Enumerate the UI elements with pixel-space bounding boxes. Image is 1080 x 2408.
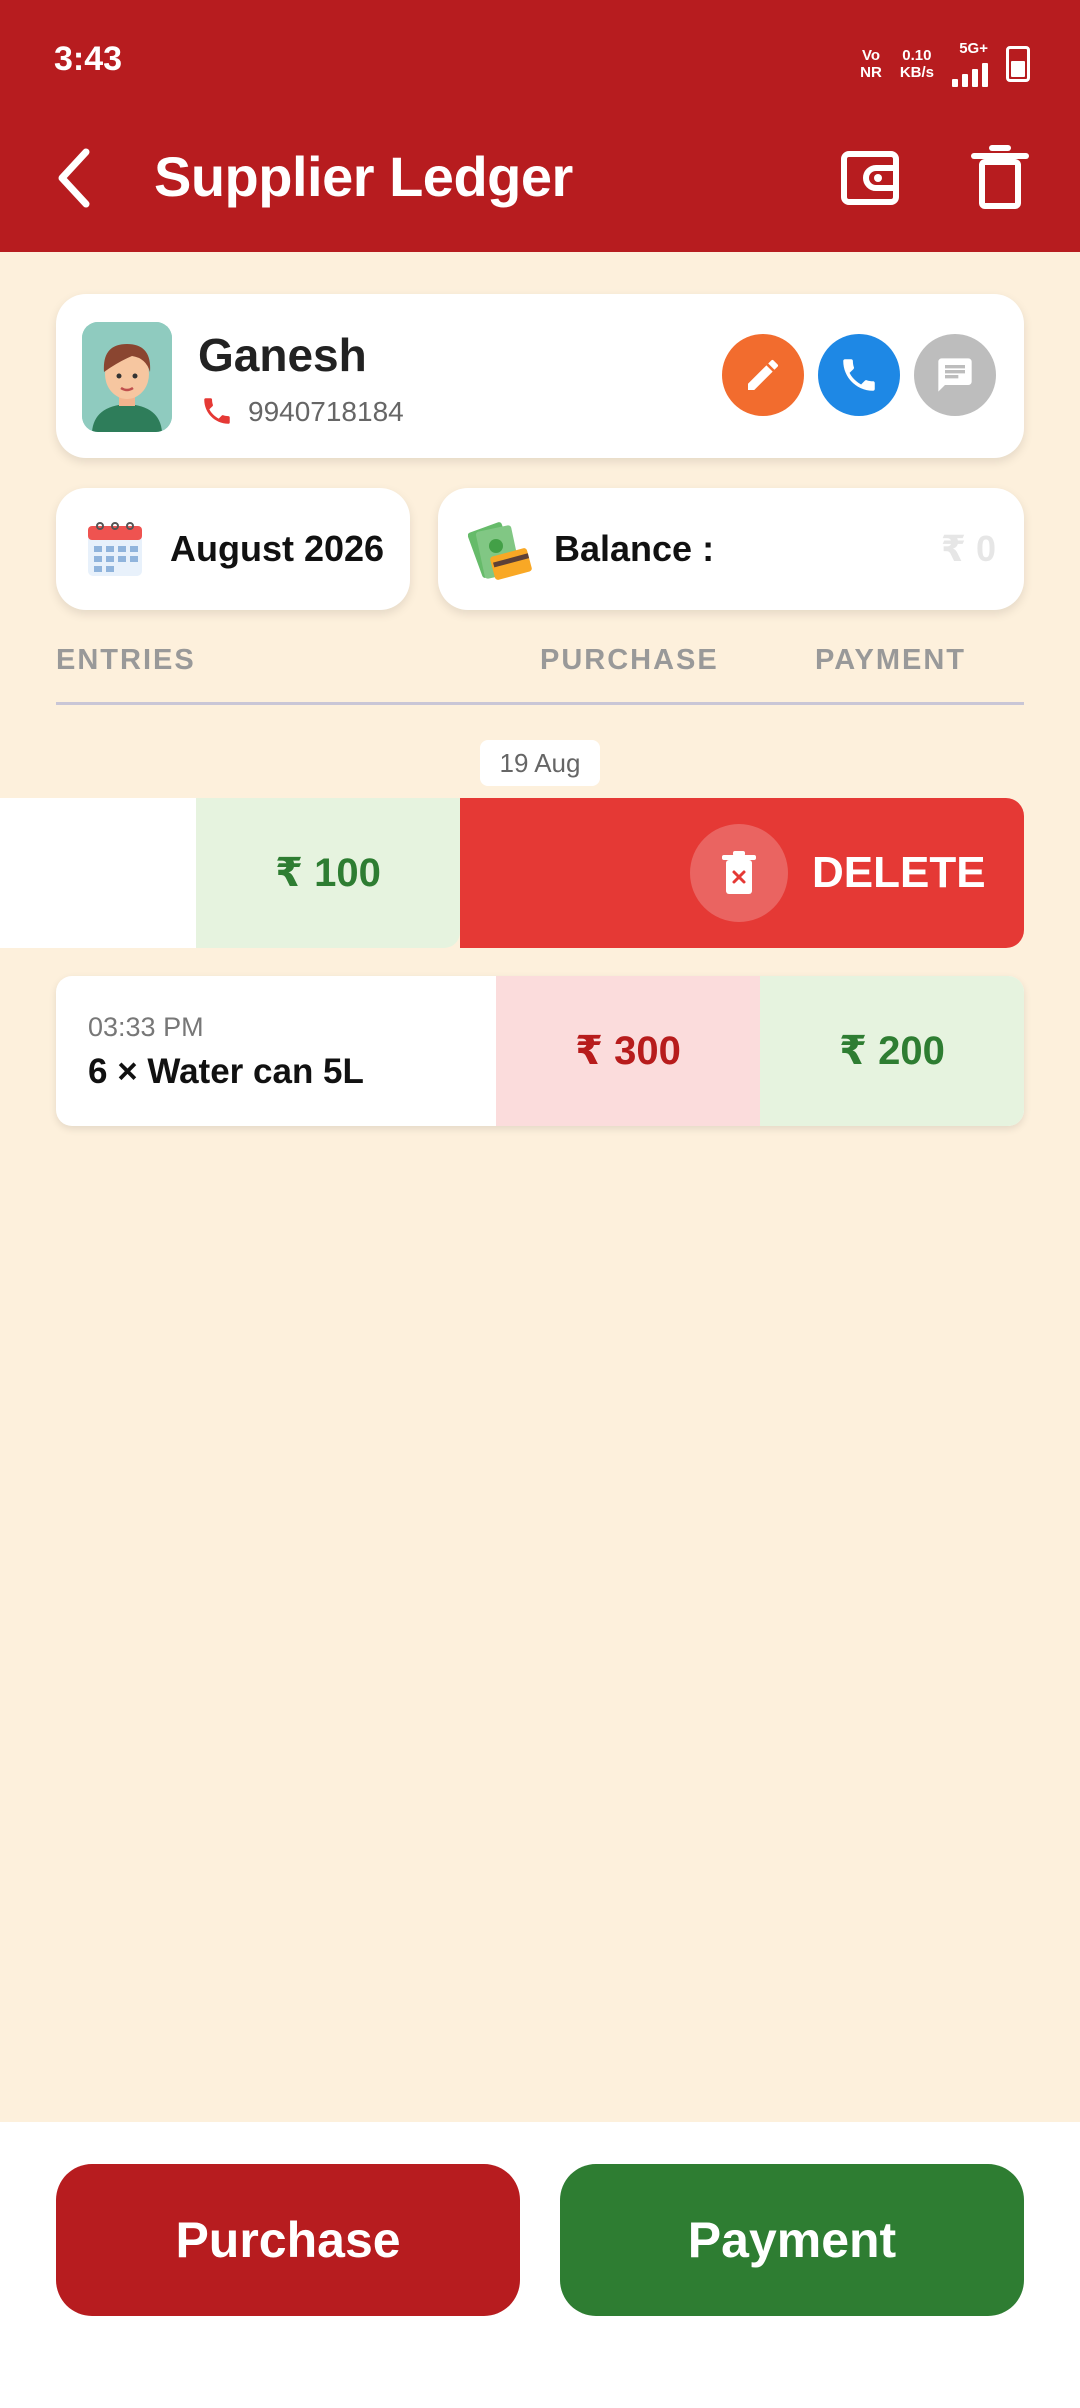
delete-label: DELETE (812, 848, 986, 897)
wallet-button[interactable] (838, 146, 902, 210)
wallet-icon (841, 151, 899, 205)
supplier-name: Ganesh (198, 329, 367, 381)
back-button[interactable] (48, 138, 108, 218)
trash-icon (971, 145, 1029, 209)
entry-payment-amount: ₹ 200 (760, 976, 1024, 1126)
delete-action[interactable]: DELETE (460, 798, 1024, 948)
page-title: Supplier Ledger (154, 145, 573, 208)
phone-icon (204, 398, 230, 424)
delete-action-icon-wrap (690, 824, 788, 922)
entry-purchase-amount: ₹ 300 (496, 976, 760, 1126)
entry-row[interactable]: 03:33 PM 6 × Water can 5L ₹ 300 ₹ 200 (56, 976, 1024, 1126)
supplier-card: Ganesh 9940718184 (56, 294, 1024, 458)
purchase-button[interactable]: Purchase (56, 2164, 520, 2316)
signal-icon: 5G+ (952, 40, 988, 87)
status-time: 3:43 (54, 40, 123, 78)
call-button[interactable] (818, 334, 900, 416)
edit-button[interactable] (722, 334, 804, 416)
balance-label: Balance : (554, 528, 715, 569)
delete-supplier-button[interactable] (970, 144, 1030, 212)
month-selector[interactable]: August 2026 (56, 488, 410, 610)
payment-column-header: PAYMENT (815, 644, 966, 676)
network-type: Vo NR (860, 46, 882, 81)
purchase-column-header: PURCHASE (540, 644, 719, 676)
footer-actions: Purchase Payment (0, 2122, 1080, 2408)
avatar (82, 322, 172, 432)
swiped-entry-row[interactable]: ₹ 100 DELETE (0, 798, 1024, 948)
entries-column-header: ENTRIES (56, 644, 196, 676)
message-icon (938, 358, 972, 392)
balance-value: ₹ 0 (940, 528, 996, 569)
calendar-icon (88, 522, 142, 576)
balance-card: Balance : ₹ 0 (438, 488, 1024, 610)
status-icons: Vo NR 0.10 KB/s 5G+ (860, 40, 1030, 87)
edit-icon (748, 359, 778, 390)
network-speed: 0.10 KB/s (899, 46, 934, 81)
entry-details-cell (0, 798, 196, 948)
supplier-phone: 9940718184 (248, 396, 404, 427)
date-group-label: 19 Aug (480, 740, 600, 786)
money-icon (468, 522, 532, 580)
month-label: August 2026 (170, 528, 385, 569)
app-header: 3:43 Vo NR 0.10 KB/s 5G+ Supplier Ledger (0, 0, 1080, 252)
call-icon (843, 359, 875, 391)
entry-description: 6 × Water can 5L (88, 1052, 364, 1091)
delete-icon (722, 851, 756, 894)
header-divider (56, 702, 1024, 705)
message-button[interactable] (914, 334, 996, 416)
battery-icon (1006, 45, 1030, 82)
back-arrow-icon (58, 148, 90, 208)
entry-time: 03:33 PM (88, 1012, 204, 1042)
payment-button[interactable]: Payment (560, 2164, 1024, 2316)
entry-payment-cell: ₹ 100 (196, 798, 460, 948)
